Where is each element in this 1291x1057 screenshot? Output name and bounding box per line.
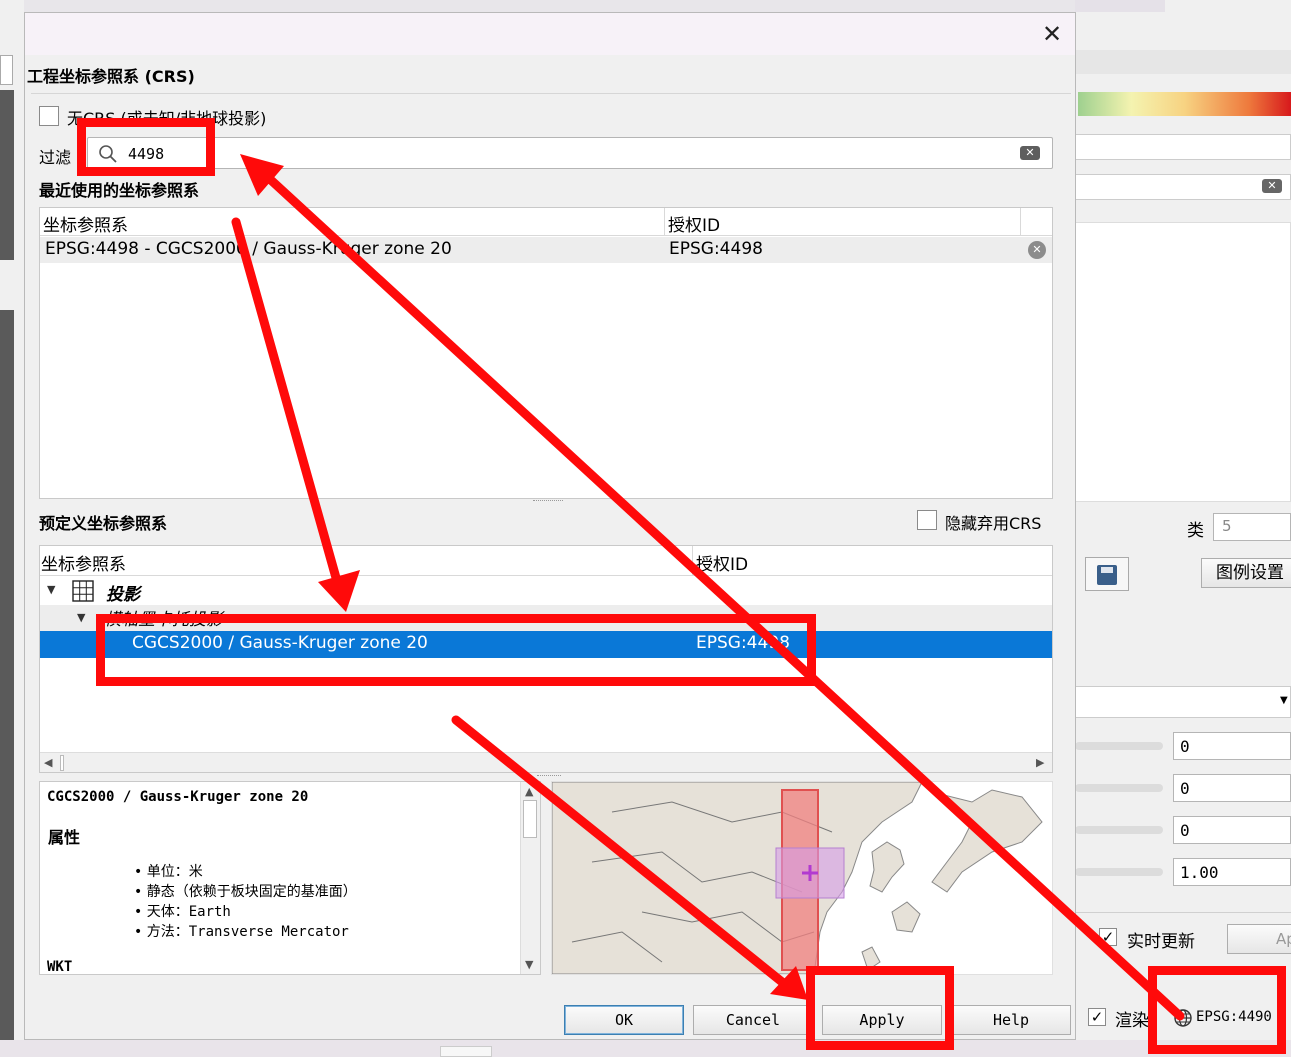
- annotation-arrows: [231, 154, 1185, 1021]
